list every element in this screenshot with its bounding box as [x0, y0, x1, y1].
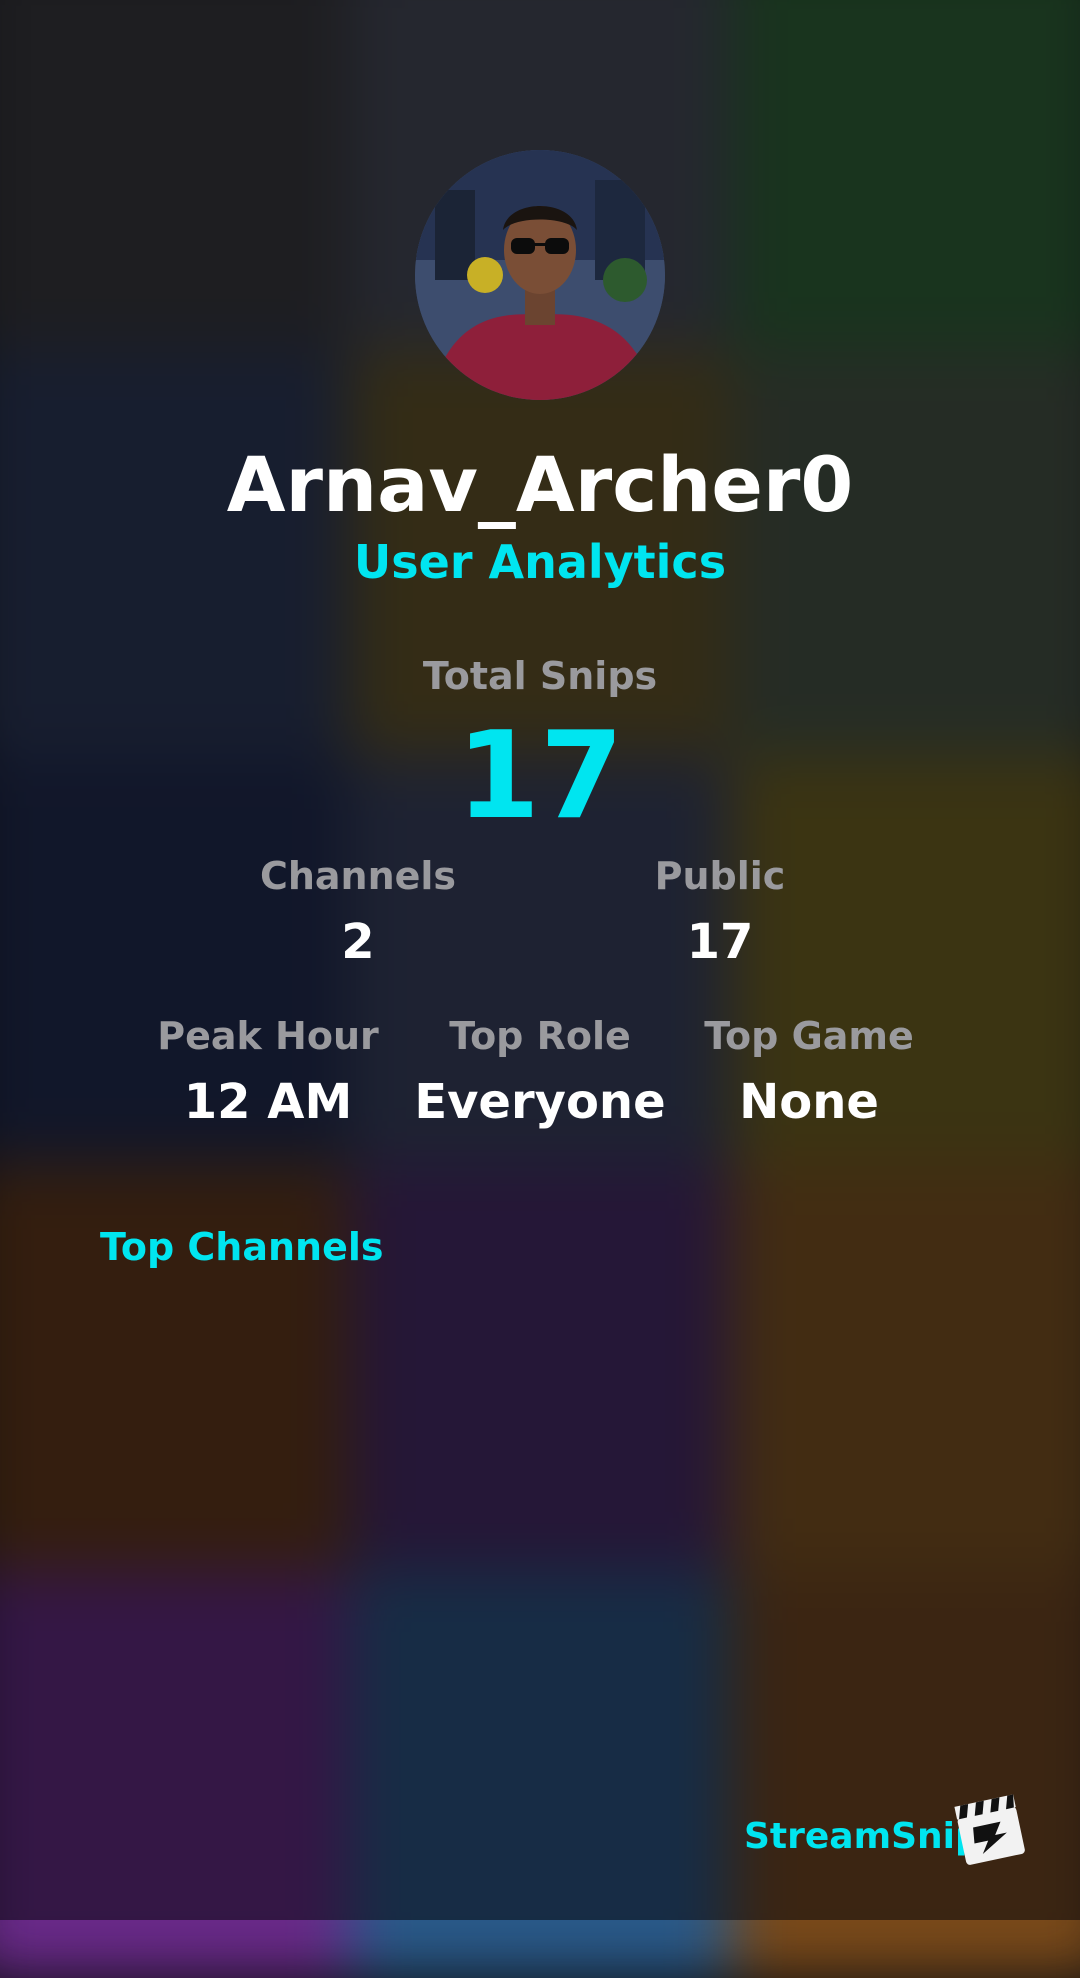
brand-name: StreamSnip	[744, 1816, 981, 1857]
peak-hour-value: 12 AM	[183, 1074, 353, 1130]
top-game-label: Top Game	[704, 1014, 914, 1058]
top-role-value: Everyone	[414, 1074, 666, 1130]
page-subtitle: User Analytics	[353, 535, 727, 589]
public-label: Public	[654, 854, 786, 898]
username: Arnav_Archer0	[226, 440, 854, 529]
total-snips-value: 17	[456, 707, 624, 846]
top-game-value: None	[739, 1074, 879, 1130]
top-role-label: Top Role	[449, 1014, 631, 1058]
public-value: 17	[686, 914, 754, 970]
channels-label: Channels	[259, 854, 457, 898]
channels-value: 2	[341, 914, 375, 970]
peak-hour-label: Peak Hour	[157, 1014, 379, 1058]
top-channels-heading: Top Channels	[100, 1225, 384, 1269]
clapperboard-icon	[950, 1790, 1030, 1870]
total-snips-label: Total Snips	[422, 654, 658, 698]
avatar	[415, 150, 665, 400]
